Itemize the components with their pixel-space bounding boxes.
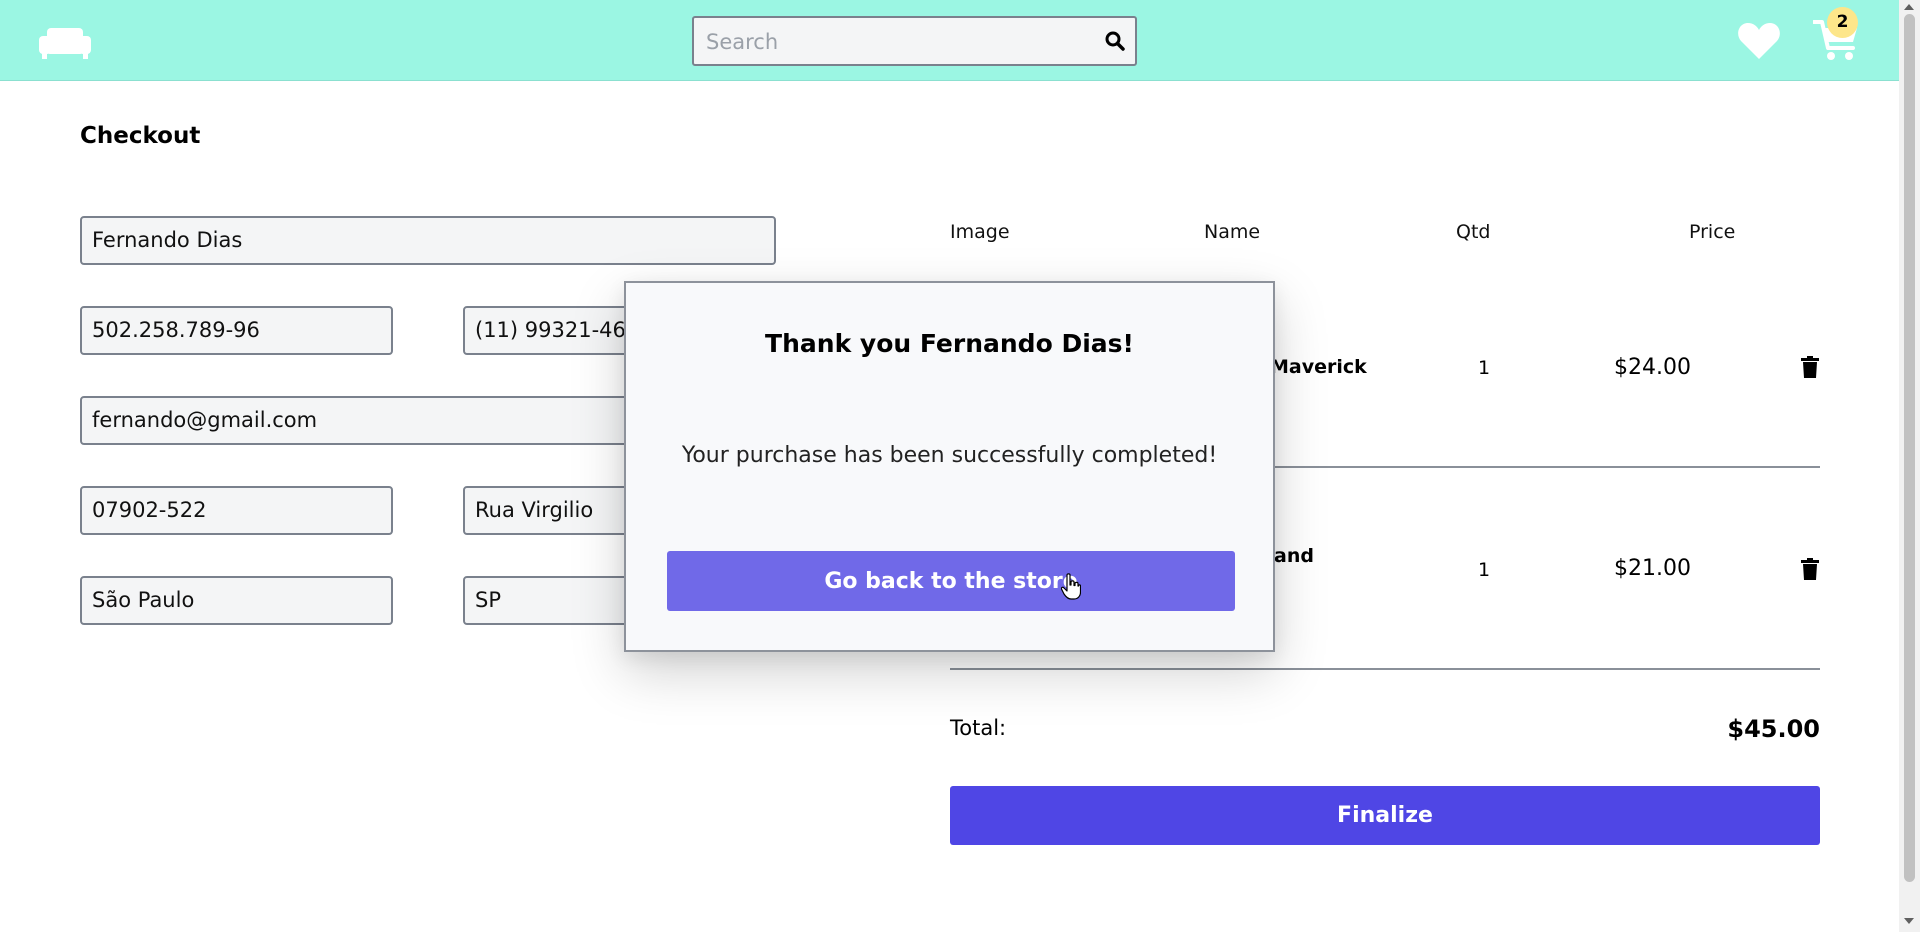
column-header-image: Image (950, 221, 1010, 243)
product-price: $24.00 (1614, 355, 1691, 380)
search-icon[interactable] (1105, 31, 1125, 51)
product-name: and (1274, 545, 1314, 567)
hand-cursor-icon (1061, 573, 1081, 600)
search-bar (692, 16, 1137, 66)
product-name: Maverick (1270, 356, 1367, 378)
total-label: Total: (950, 716, 1007, 740)
cart-count-badge: 2 (1827, 7, 1858, 38)
column-header-qtd: Qtd (1456, 221, 1491, 243)
scrollbar-thumb[interactable] (1904, 14, 1915, 882)
heart-icon[interactable] (1737, 22, 1781, 60)
trash-icon[interactable] (1801, 356, 1819, 378)
product-qty: 1 (1478, 559, 1491, 581)
sofa-icon[interactable] (38, 26, 92, 60)
cpf-field[interactable]: 502.258.789-96 (80, 306, 393, 355)
search-input[interactable] (704, 18, 1088, 66)
vertical-scrollbar[interactable] (1899, 0, 1920, 932)
product-qty: 1 (1478, 357, 1491, 379)
scroll-down-arrow-icon[interactable] (1904, 918, 1914, 924)
top-navbar: 2 (0, 0, 1899, 81)
column-header-price: Price (1689, 221, 1736, 243)
product-price: $21.00 (1614, 556, 1691, 581)
scroll-up-arrow-icon[interactable] (1904, 4, 1914, 10)
trash-icon[interactable] (1801, 558, 1819, 580)
purchase-success-modal: Thank you Fernando Dias! Your purchase h… (624, 281, 1275, 652)
zip-field[interactable]: 07902-522 (80, 486, 393, 535)
modal-title: Thank you Fernando Dias! (765, 329, 1134, 358)
page-title: Checkout (80, 123, 201, 149)
row-divider (950, 668, 1820, 670)
finalize-button[interactable]: Finalize (950, 786, 1820, 845)
city-field[interactable]: São Paulo (80, 576, 393, 625)
total-value: $45.00 (1727, 715, 1820, 743)
back-to-store-button[interactable]: Go back to the store (667, 551, 1235, 611)
column-header-name: Name (1204, 221, 1261, 243)
name-field[interactable]: Fernando Dias (80, 216, 776, 265)
modal-message: Your purchase has been successfully comp… (681, 443, 1218, 468)
